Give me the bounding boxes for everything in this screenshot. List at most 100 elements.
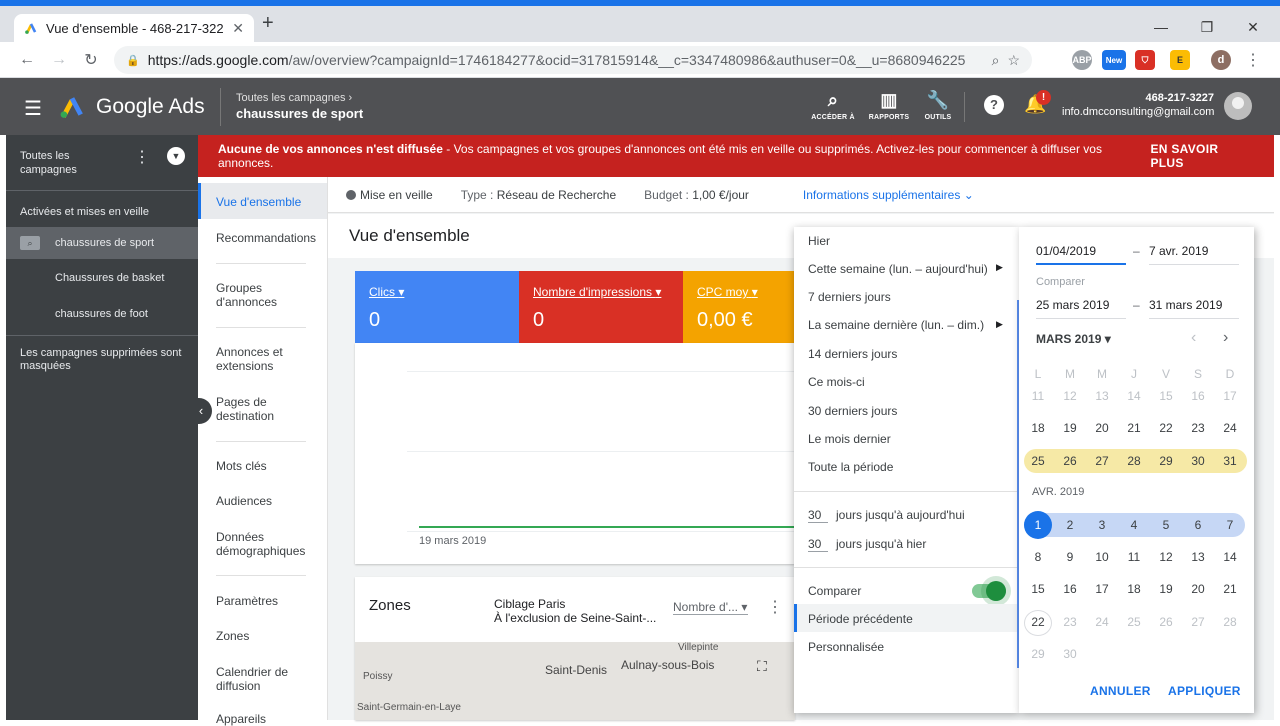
goto-button[interactable]: ⌕ ACCÉDER À — [808, 90, 858, 121]
preset-previous-period[interactable]: Période précédente — [808, 612, 913, 626]
subnav-ad-schedule[interactable]: Calendrier de diffusion — [216, 665, 296, 693]
minimize-icon[interactable]: — — [1138, 12, 1184, 42]
new-tab-button[interactable]: + — [262, 12, 274, 35]
new-extension-icon[interactable]: New — [1102, 50, 1126, 70]
end-date-input[interactable]: 7 avr. 2019 — [1149, 244, 1239, 265]
march-day[interactable]: 27 — [1086, 450, 1118, 472]
close-window-icon[interactable]: ✕ — [1230, 12, 1276, 42]
browser-tab[interactable]: Vue d'ensemble - 468-217-3227 ✕ — [14, 14, 254, 42]
compare-start-input[interactable]: 25 mars 2019 — [1036, 298, 1126, 319]
april-day[interactable]: 10 — [1086, 546, 1118, 568]
preset-this-week[interactable]: Cette semaine (lun. – aujourd'hui) — [808, 262, 988, 276]
april-day[interactable]: 3 — [1086, 514, 1118, 536]
subnav-devices[interactable]: Appareils — [216, 712, 266, 726]
march-day[interactable]: 15 — [1150, 385, 1182, 407]
preset-last-week[interactable]: La semaine dernière (lun. – dim.) — [808, 318, 984, 332]
tab-close-icon[interactable]: ✕ — [232, 20, 244, 37]
preset-yesterday[interactable]: Hier — [808, 234, 830, 248]
march-day[interactable]: 13 — [1086, 385, 1118, 407]
campaign-label-sport[interactable]: chaussures de sport — [6, 237, 198, 249]
march-day[interactable]: 26 — [1054, 450, 1086, 472]
preset-this-month[interactable]: Ce mois-ci — [808, 375, 865, 389]
subnav-audiences[interactable]: Audiences — [216, 494, 272, 508]
april-day[interactable]: 9 — [1054, 546, 1086, 568]
april-day[interactable]: 6 — [1182, 514, 1214, 536]
march-day[interactable]: 30 — [1182, 450, 1214, 472]
april-day[interactable]: 4 — [1118, 514, 1150, 536]
april-day[interactable]: 7 — [1214, 514, 1246, 536]
restore-icon[interactable]: ❐ — [1184, 12, 1230, 42]
april-day[interactable]: 13 — [1182, 546, 1214, 568]
april-day[interactable]: 26 — [1150, 611, 1182, 633]
march-day[interactable]: 18 — [1022, 417, 1054, 439]
march-day[interactable]: 22 — [1150, 417, 1182, 439]
march-day[interactable]: 17 — [1214, 385, 1246, 407]
preset-last-month[interactable]: Le mois dernier — [808, 432, 891, 446]
april-day[interactable]: 24 — [1086, 611, 1118, 633]
zones-metric-select[interactable]: Nombre d'... ▾ — [673, 600, 748, 615]
fullscreen-icon[interactable]: ⛶ — [757, 658, 767, 675]
compare-toggle[interactable] — [972, 581, 1006, 601]
next-month-icon[interactable]: › — [1223, 329, 1228, 347]
metric-clicks[interactable]: Clics ▾ 0 — [355, 271, 519, 343]
april-day[interactable]: 14 — [1214, 546, 1246, 568]
march-day[interactable]: 23 — [1182, 417, 1214, 439]
preset-last-14-days[interactable]: 14 derniers jours — [808, 347, 897, 361]
metric-impressions[interactable]: Nombre d'impressions ▾ 0 — [519, 271, 683, 343]
more-options-icon[interactable]: ⋮ — [134, 147, 150, 167]
reports-button[interactable]: ▥ RAPPORTS — [864, 90, 914, 121]
subnav-overview[interactable]: Vue d'ensemble — [216, 195, 301, 209]
zones-more-icon[interactable]: ⋮ — [767, 597, 783, 617]
april-day[interactable]: 15 — [1022, 578, 1054, 600]
prev-month-icon[interactable]: ‹ — [1191, 329, 1196, 347]
account-avatar[interactable] — [1224, 92, 1252, 120]
days-until-today-input[interactable]: 30 — [808, 508, 828, 523]
filter-dropdown-icon[interactable]: ▼ — [167, 147, 185, 165]
hamburger-menu-icon[interactable]: ☰ — [24, 96, 42, 121]
forward-icon[interactable]: → — [46, 47, 72, 73]
march-day[interactable]: 31 — [1214, 450, 1246, 472]
subnav-landing-pages[interactable]: Pages de destination — [216, 395, 296, 423]
april-day[interactable]: 23 — [1054, 611, 1086, 633]
preset-all-time[interactable]: Toute la période — [808, 460, 893, 474]
apply-button[interactable]: APPLIQUER — [1168, 684, 1241, 698]
shortcut-extension-icon[interactable]: E — [1170, 50, 1190, 70]
april-day[interactable]: 2 — [1054, 514, 1086, 536]
preset-last-7-days[interactable]: 7 derniers jours — [808, 290, 891, 304]
reload-icon[interactable]: ↻ — [78, 47, 104, 73]
pocket-extension-icon[interactable]: ⛉ — [1135, 50, 1155, 70]
subnav-recommendations[interactable]: Recommandations — [216, 231, 316, 245]
march-day[interactable]: 12 — [1054, 385, 1086, 407]
zones-map[interactable]: Villepinte Saint-Denis Aulnay-sous-Bois … — [355, 642, 795, 720]
april-day[interactable]: 17 — [1086, 578, 1118, 600]
profile-avatar[interactable]: d — [1211, 50, 1231, 70]
start-date-input[interactable]: 01/04/2019 — [1036, 244, 1126, 265]
campaign-label-foot[interactable]: chaussures de foot — [6, 308, 198, 320]
subnav-keywords[interactable]: Mots clés — [216, 459, 267, 473]
zoom-icon[interactable]: ⌕ — [992, 52, 1000, 69]
march-day[interactable]: 28 — [1118, 450, 1150, 472]
april-day[interactable]: 29 — [1022, 643, 1054, 665]
breadcrumb[interactable]: Toutes les campagnes › chaussures de spo… — [236, 92, 363, 121]
help-icon[interactable]: ? — [984, 95, 1004, 115]
learn-more-link[interactable]: EN SAVOIR PLUS — [1150, 142, 1254, 170]
april-day[interactable]: 27 — [1182, 611, 1214, 633]
april-day[interactable]: 25 — [1118, 611, 1150, 633]
subnav-settings[interactable]: Paramètres — [216, 594, 278, 608]
march-day[interactable]: 11 — [1022, 385, 1054, 407]
april-day[interactable]: 19 — [1150, 578, 1182, 600]
abp-extension-icon[interactable]: ABP — [1072, 50, 1092, 70]
subnav-demographics[interactable]: Données démographiques — [216, 530, 316, 558]
preset-last-30-days[interactable]: 30 derniers jours — [808, 404, 897, 418]
april-day[interactable]: 8 — [1022, 546, 1054, 568]
more-info-dropdown[interactable]: Informations supplémentaires ⌄ — [803, 188, 974, 202]
subnav-ad-groups[interactable]: Groupes d'annonces — [216, 281, 296, 309]
april-day[interactable]: 28 — [1214, 611, 1246, 633]
tools-button[interactable]: 🔧 OUTILS — [913, 90, 963, 121]
metric-avg-cpc[interactable]: CPC moy ▾ 0,00 € — [683, 271, 795, 343]
march-day[interactable]: 21 — [1118, 417, 1150, 439]
april-day[interactable]: 11 — [1118, 546, 1150, 568]
google-ads-logo[interactable]: Google Ads — [58, 94, 205, 120]
april-day[interactable]: 1 — [1022, 514, 1054, 536]
subnav-ads-extensions[interactable]: Annonces et extensions — [216, 345, 296, 373]
